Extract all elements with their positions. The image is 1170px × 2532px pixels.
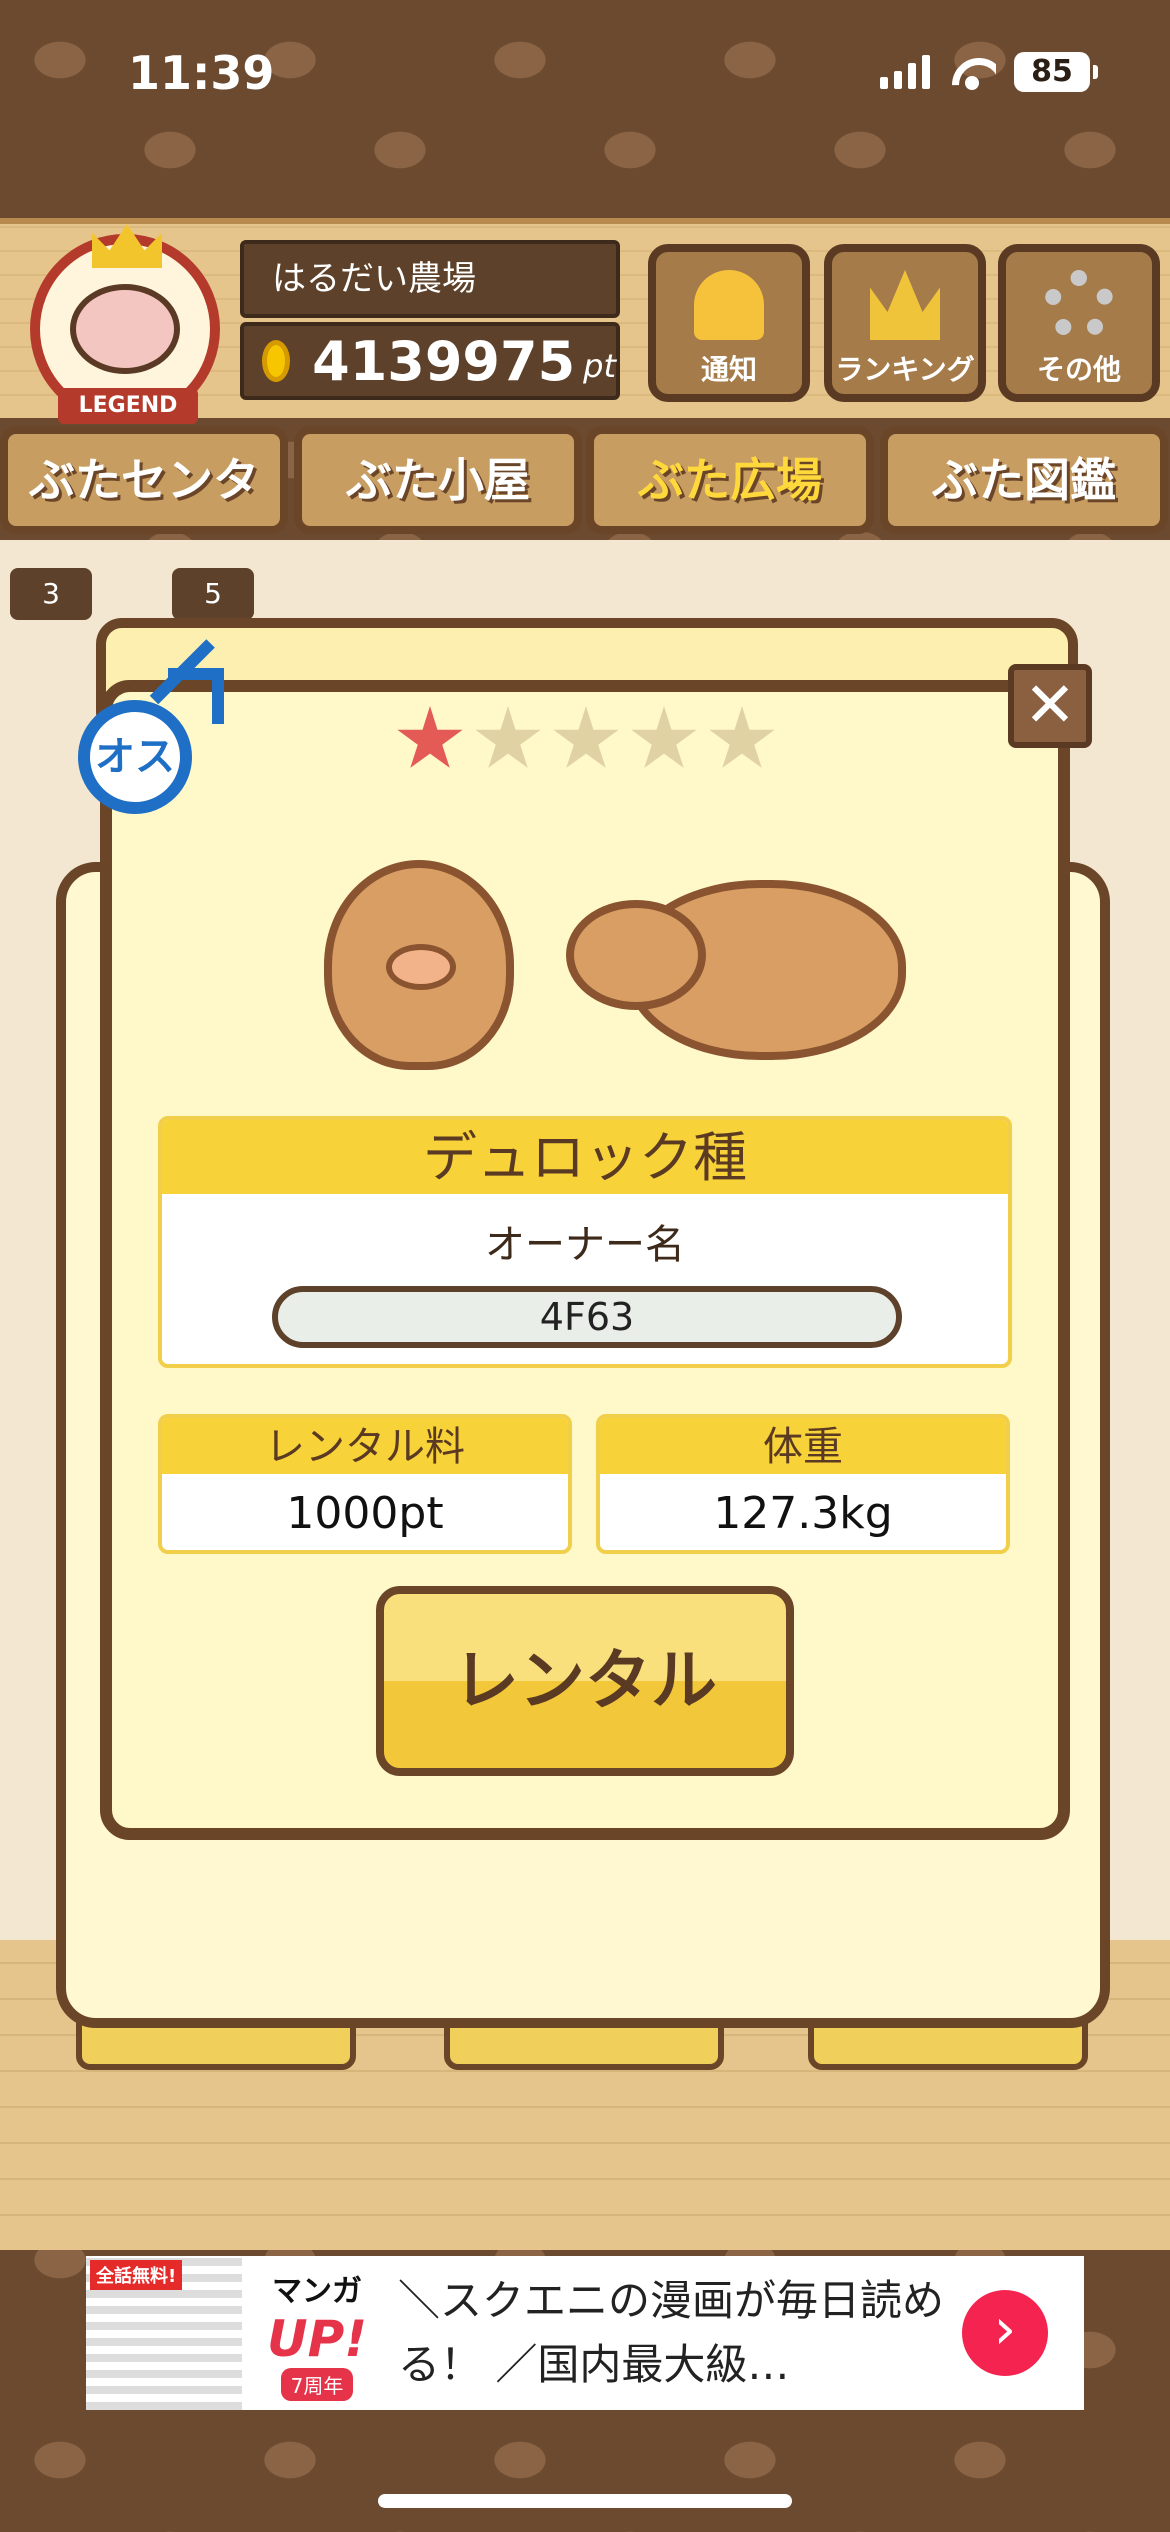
weight-value: 127.3kg xyxy=(713,1488,893,1539)
star-rating xyxy=(396,706,776,774)
male-symbol-icon xyxy=(168,668,224,724)
rental-button[interactable]: レンタル xyxy=(376,1586,794,1776)
rental-fee-label: レンタル料 xyxy=(162,1418,568,1474)
status-time: 11:39 xyxy=(128,46,275,100)
home-indicator[interactable] xyxy=(378,2494,792,2508)
pig-avatar-icon xyxy=(70,284,180,374)
main-nav: ぶたセンター ぶた小屋 ぶた広場 ぶた図鑑 xyxy=(0,420,1170,599)
ad-thumbnail: 全話無料! xyxy=(86,2256,242,2410)
pig-front-illustration xyxy=(308,840,528,1090)
weight-card: 体重 127.3kg xyxy=(596,1414,1010,1554)
game-header: LEGEND はるだい農場 4139975 pt 通知 ランキング その他 xyxy=(0,218,1170,424)
ranking-label: ランキング xyxy=(835,353,975,386)
owner-name: 4F63 xyxy=(272,1286,902,1348)
counter-badge: 5 xyxy=(172,568,254,620)
gear-icon xyxy=(1044,270,1114,340)
star-icon xyxy=(553,706,619,768)
star-icon xyxy=(397,706,463,768)
counter-badge: 3 xyxy=(10,568,92,620)
points-display: 4139975 pt xyxy=(240,322,620,400)
ad-logo: マンガ UP! 7周年 xyxy=(242,2256,392,2410)
battery-icon: 85 xyxy=(1014,52,1098,92)
tab-buta-center[interactable]: ぶたセンター xyxy=(0,426,288,599)
tab-buta-zukan[interactable]: ぶた図鑑 xyxy=(880,426,1168,534)
notification-label: 通知 xyxy=(700,353,757,386)
notification-button[interactable]: 通知 xyxy=(648,244,810,402)
crown-icon xyxy=(870,270,940,340)
star-icon xyxy=(475,706,541,768)
rank-badge[interactable]: LEGEND xyxy=(30,224,220,424)
gender-label: オス xyxy=(78,700,192,814)
ad-banner[interactable]: 全話無料! マンガ UP! 7周年 ＼スクエニの漫画が毎日読める！ ／国内最大級… xyxy=(86,2256,1084,2410)
signal-icon xyxy=(880,55,930,89)
pig-side-illustration xyxy=(566,850,946,1090)
ad-text: ＼スクエニの漫画が毎日読める！ ／国内最大級… xyxy=(398,2276,945,2389)
points-unit: pt xyxy=(583,347,616,385)
rental-fee-value: 1000pt xyxy=(286,1488,444,1539)
owner-label: オーナー名 xyxy=(485,1222,685,1268)
status-indicators: 85 xyxy=(880,52,1098,92)
other-label: その他 xyxy=(1036,353,1121,386)
rental-fee-card: レンタル料 1000pt xyxy=(158,1414,572,1554)
male-gender-badge: オス xyxy=(72,639,236,824)
rank-label: LEGEND xyxy=(58,388,198,424)
points-value: 4139975 xyxy=(312,329,576,393)
tab-buta-koya[interactable]: ぶた小屋 xyxy=(294,426,582,534)
breed-card: デュロック種 オーナー名 4F63 xyxy=(158,1116,1012,1368)
tab-buta-hiroba[interactable]: ぶた広場 xyxy=(586,426,874,534)
ad-thumb-tag: 全話無料! xyxy=(90,2260,183,2290)
close-button[interactable]: ✕ xyxy=(1008,664,1092,748)
weight-label: 体重 xyxy=(600,1418,1006,1474)
bell-icon xyxy=(694,270,764,340)
status-bar: 11:39 85 xyxy=(0,0,1170,150)
wifi-icon xyxy=(948,54,996,90)
ranking-button[interactable]: ランキング xyxy=(824,244,986,402)
coin-icon xyxy=(262,340,291,382)
breed-name: デュロック種 xyxy=(162,1120,1008,1194)
chevron-right-icon[interactable]: › xyxy=(962,2290,1048,2376)
star-icon xyxy=(631,706,697,768)
other-button[interactable]: その他 xyxy=(998,244,1160,402)
star-icon xyxy=(709,706,775,768)
farm-name: はるだい農場 xyxy=(240,240,620,318)
